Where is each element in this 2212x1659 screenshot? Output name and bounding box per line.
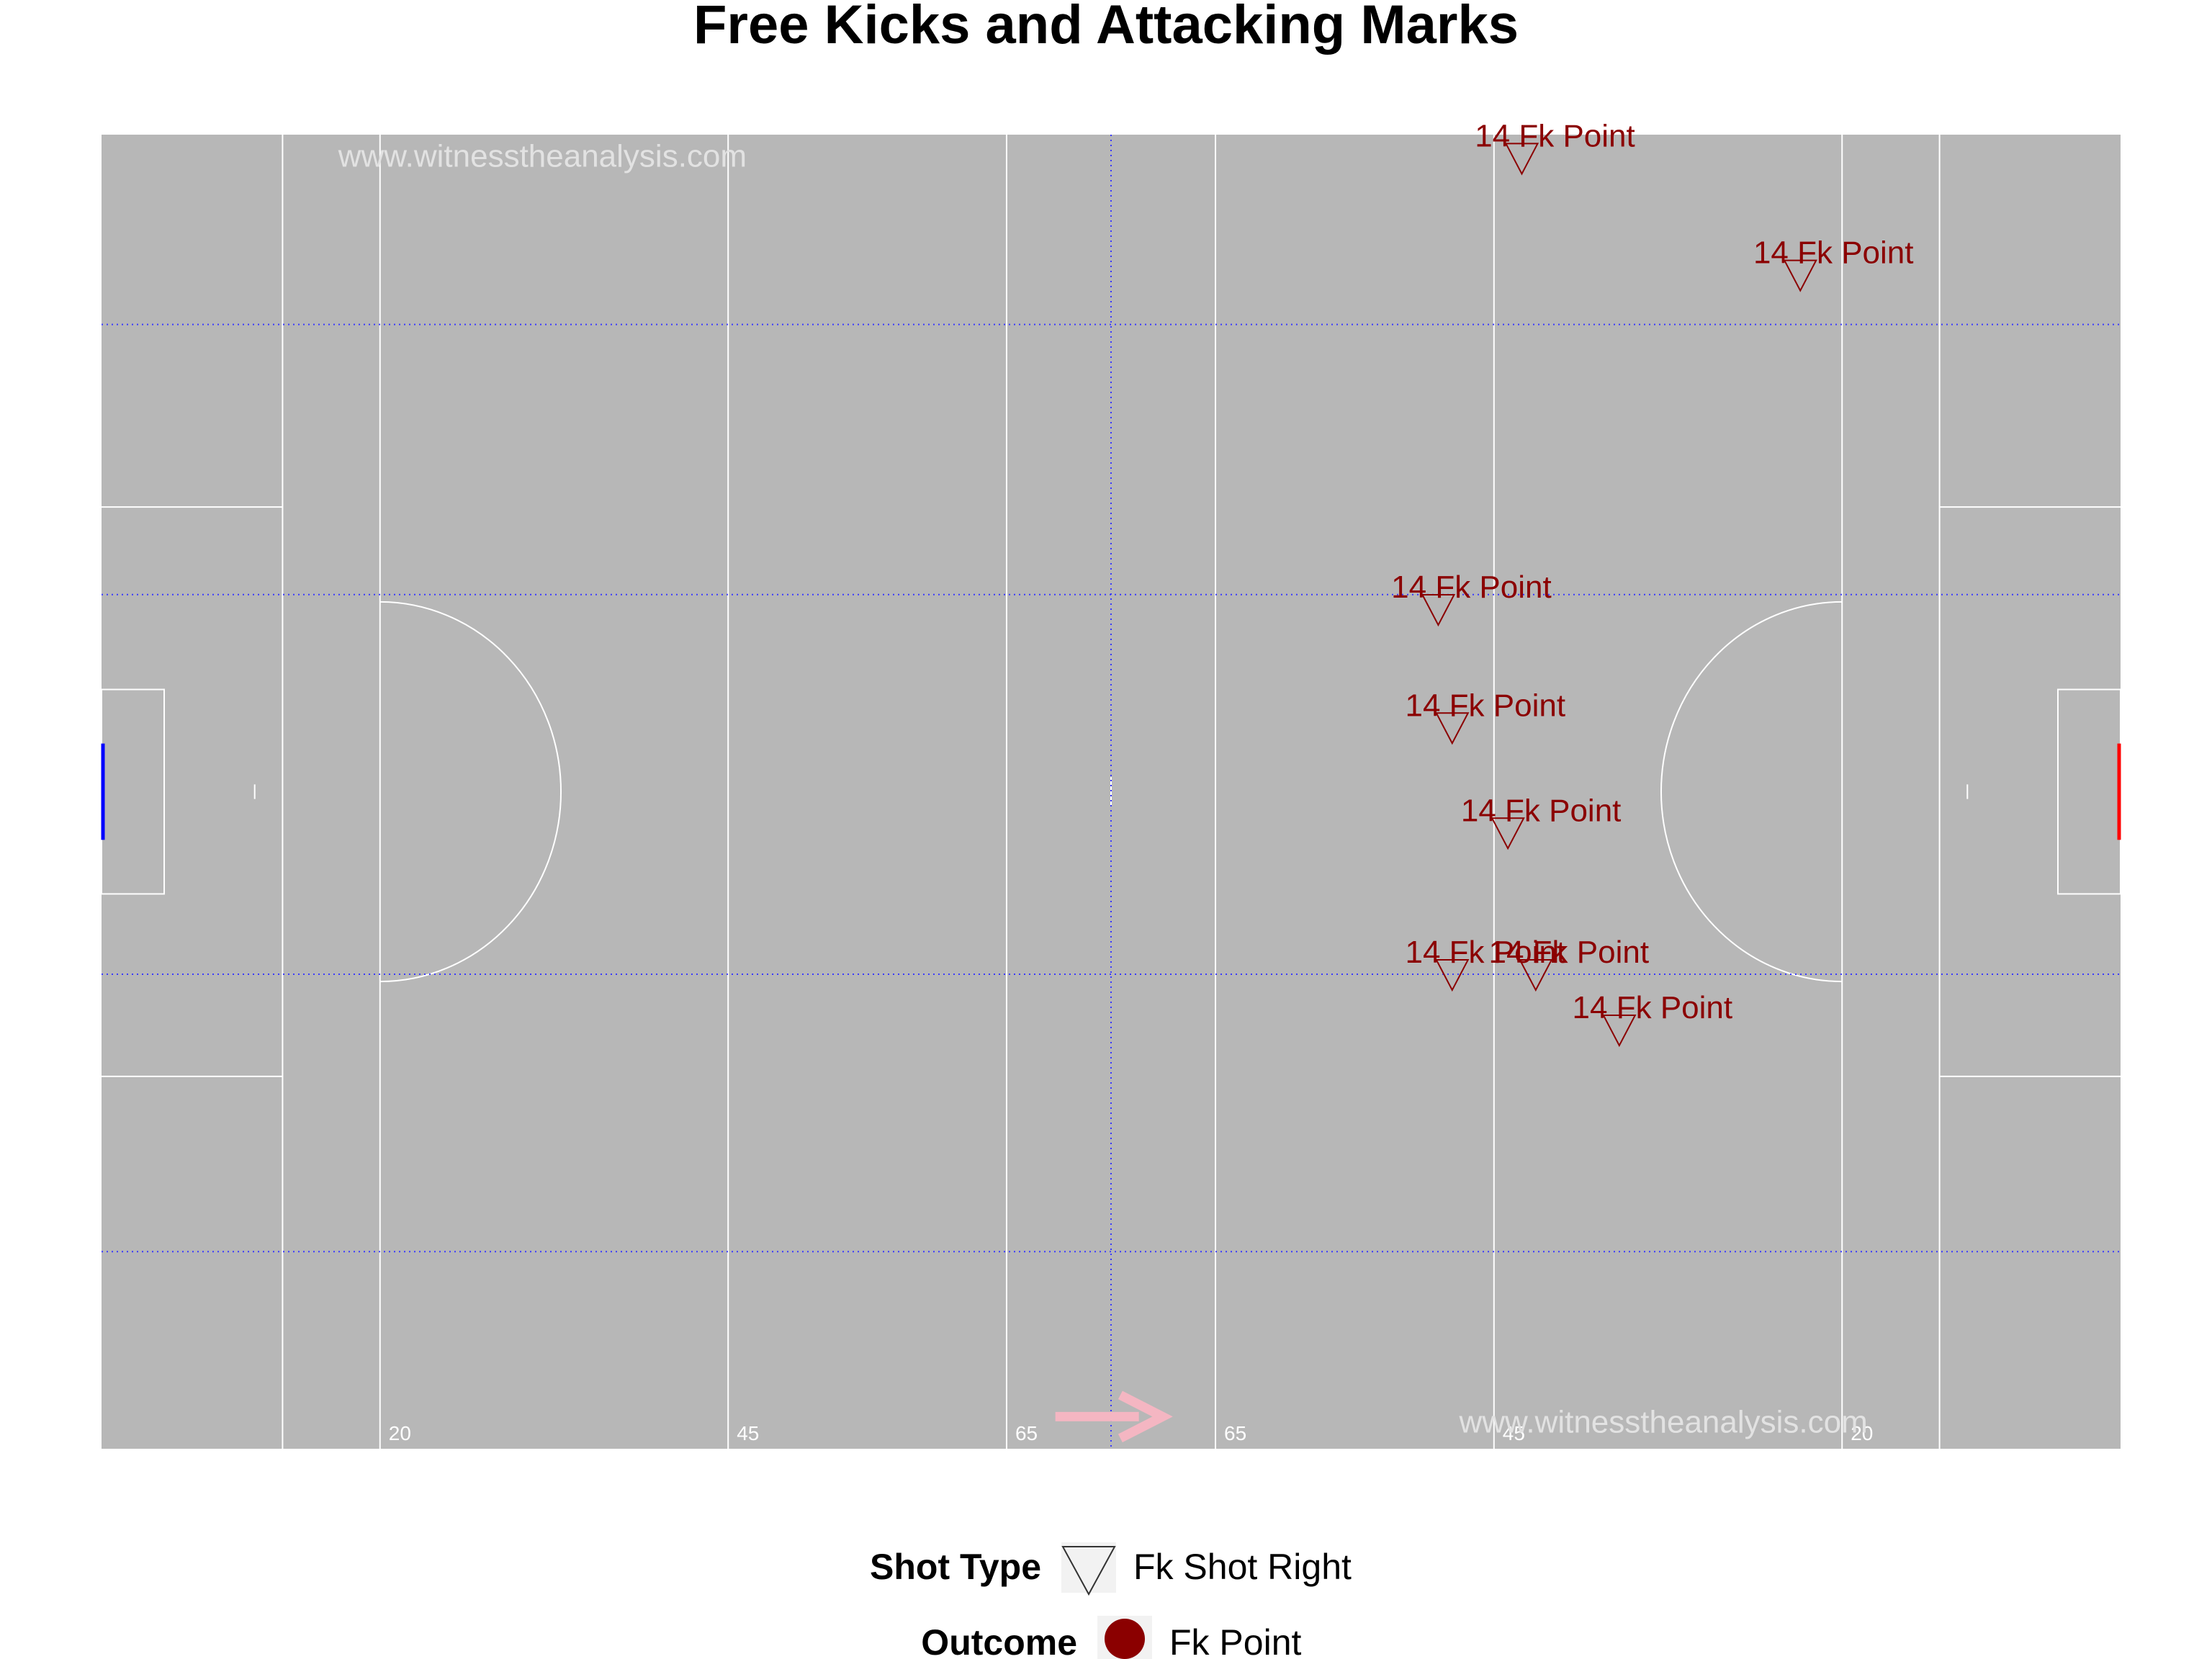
legend-shot-type-title: Shot Type	[870, 1547, 1041, 1587]
point-label: 14 Fk Point	[1405, 688, 1565, 723]
yard-label: 20	[389, 1422, 411, 1444]
point-label: 14 Fk Point	[1753, 235, 1914, 271]
legend-key-shot	[1061, 1542, 1116, 1593]
legend-circle-icon	[1105, 1619, 1145, 1659]
yard-label: 65	[1224, 1422, 1246, 1444]
point-label: 14 Fk Point	[1461, 793, 1622, 828]
legend-outcome-label: Fk Point	[1169, 1622, 1302, 1659]
yard-label: 65	[1015, 1422, 1038, 1444]
point-label: 14 Fk Point	[1475, 118, 1635, 153]
point-label: 14 Fk Point	[1489, 935, 1650, 970]
watermark: www.witnesstheanalysis.com	[1458, 1405, 1867, 1440]
pitch-chart: 20 45 65 65 45 20 www.witnesstheanalysis.comw…	[101, 118, 2121, 1659]
point-label: 14 Fk Point	[1573, 990, 1733, 1025]
legend-shot-type-label: Fk Shot Right	[1133, 1547, 1352, 1587]
yard-label: 45	[737, 1422, 759, 1444]
legend-outcome-title: Outcome	[921, 1622, 1077, 1659]
point-label: 14 Fk Point	[1391, 570, 1552, 605]
watermark: www.witnesstheanalysis.com	[338, 138, 747, 174]
